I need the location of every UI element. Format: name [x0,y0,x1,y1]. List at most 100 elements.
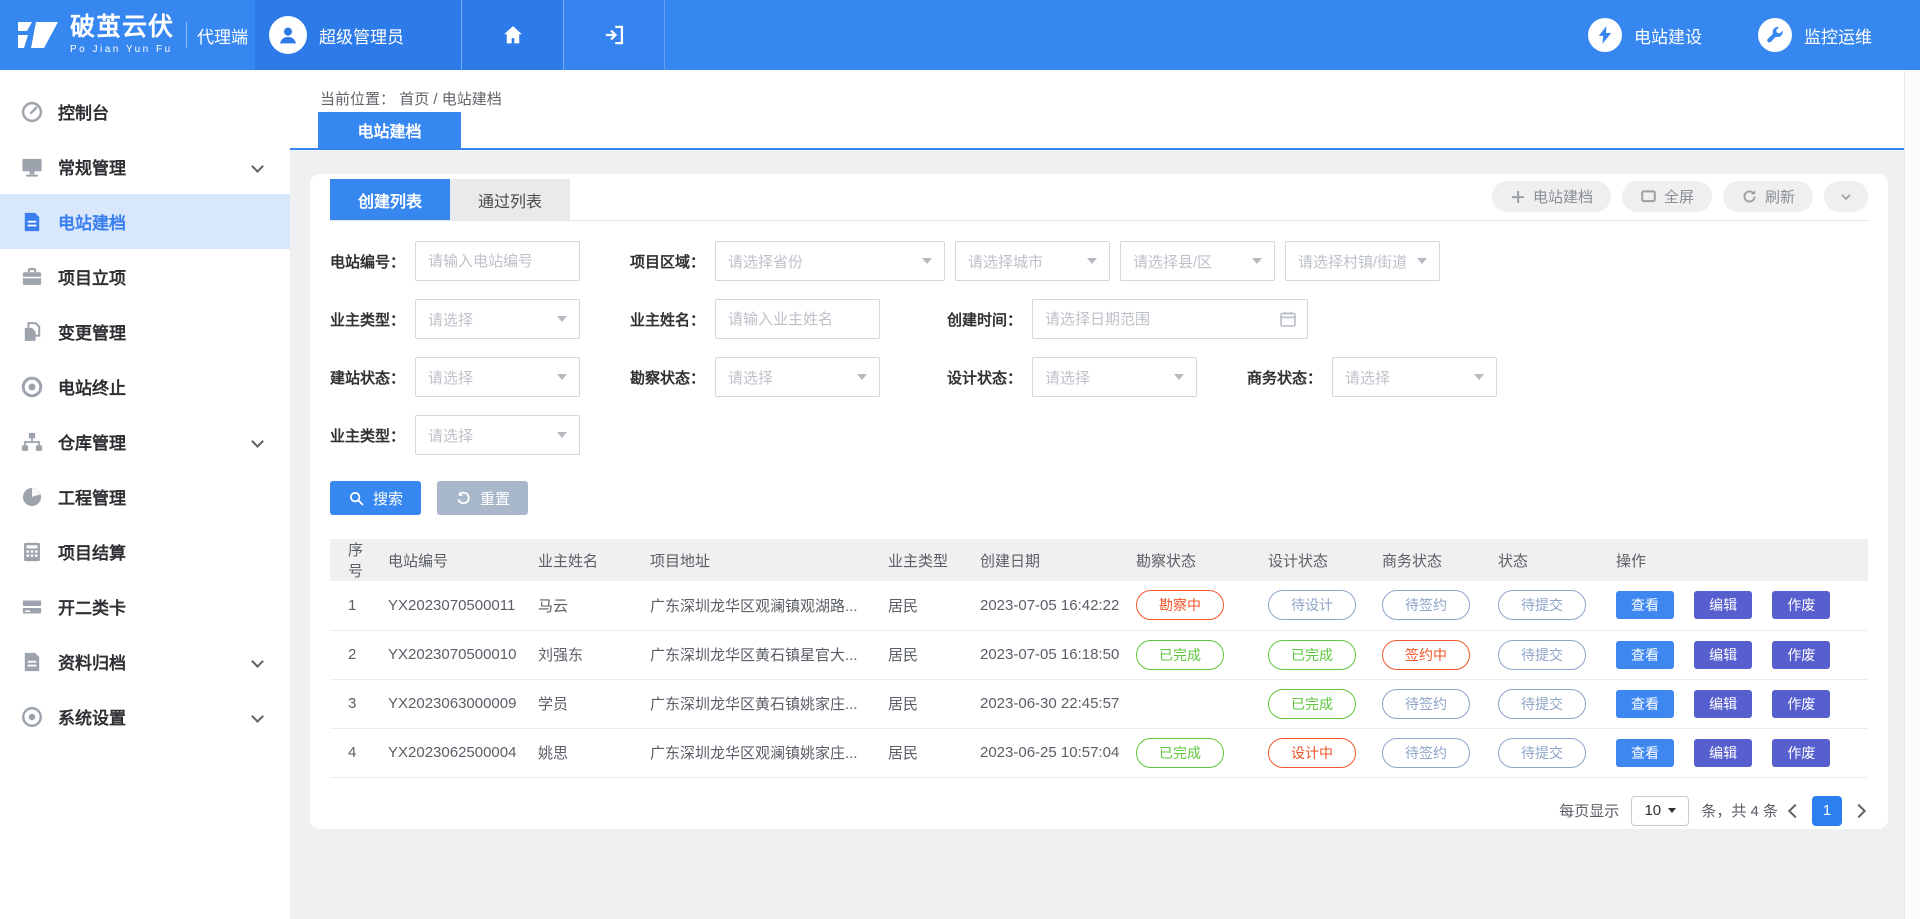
brand-portal-label: 代理端 [197,23,248,48]
caret-down-icon [1252,258,1262,264]
void-button[interactable]: 作废 [1772,641,1830,669]
table-row: 2 YX2023070500010 刘强东 广东深圳龙华区黄石镇星官大... 居… [330,630,1868,679]
owner-type-select[interactable]: 请选择 [415,299,580,339]
view-button[interactable]: 查看 [1616,591,1674,619]
sidebar-item-console[interactable]: 控制台 [0,84,290,139]
sidebar-item-station-termination[interactable]: 电站终止 [0,359,290,414]
sidebar-item-warehouse-mgmt[interactable]: 仓库管理 [0,414,290,469]
survey-status-badge: 勘察中 [1136,590,1224,620]
design-status-label: 设计状态： [947,367,1022,388]
topbar-nav: 电站建设 监控运维 [1588,0,1872,70]
create-time-range-input[interactable] [1032,299,1308,339]
caret-down-icon [857,374,867,380]
breadcrumb: 当前位置： 首页 / 电站建档 [290,70,1904,109]
sidebar-item-project-initiation[interactable]: 项目立项 [0,249,290,304]
owner-name-input[interactable] [715,299,880,339]
briefcase-icon [20,265,44,289]
page-tab-station-filing[interactable]: 电站建档 [318,112,461,148]
void-button[interactable]: 作废 [1772,739,1830,767]
home-button[interactable] [461,0,563,70]
table-row: 4 YX2023062500004 姚思 广东深圳龙华区观澜镇姚家庄... 居民… [330,728,1868,777]
list-tabs: 创建列表 通过列表 [330,179,570,220]
logout-button[interactable] [563,0,665,70]
calculator-icon [20,540,44,564]
prev-page-button[interactable] [1788,803,1802,817]
card-icon [20,595,44,619]
panel-toolbar: 电站建档 全屏 刷新 [1492,181,1868,218]
edit-button[interactable]: 编辑 [1694,591,1752,619]
stop-circle-icon [20,375,44,399]
void-button[interactable]: 作废 [1772,591,1830,619]
view-button[interactable]: 查看 [1616,641,1674,669]
avatar [269,16,307,54]
search-icon [348,490,365,507]
sidebar-item-data-archiving[interactable]: 资料归档 [0,634,290,689]
sidebar-item-station-filing[interactable]: 电站建档 [0,194,290,249]
station-filing-panel: 创建列表 通过列表 电站建档 全屏 [310,174,1888,829]
station-code-label: 电站编号： [330,251,405,272]
build-status-select[interactable]: 请选择 [415,357,580,397]
edit-button[interactable]: 编辑 [1694,641,1752,669]
nav-station-construction[interactable]: 电站建设 [1588,18,1702,52]
per-page-select[interactable]: 10 [1631,796,1689,826]
edit-button[interactable]: 编辑 [1694,739,1752,767]
province-select[interactable]: 请选择省份 [715,241,945,281]
owner-name-label: 业主姓名： [630,309,705,330]
station-code: YX2023062500004 [380,728,530,777]
table-row: 3 YX2023063000009 学员 广东深圳龙华区黄石镇姚家庄... 居民… [330,679,1868,728]
village-select[interactable]: 请选择村镇/街道 [1285,241,1440,281]
business-status-label: 商务状态： [1247,367,1322,388]
sidebar-item-project-settlement[interactable]: 项目结算 [0,524,290,579]
sidebar-item-general-mgmt[interactable]: 常规管理 [0,139,290,194]
scrollbar-track[interactable] [1904,70,1920,919]
user-menu[interactable]: 超级管理员 [255,0,461,70]
next-page-button[interactable] [1852,803,1866,817]
view-button[interactable]: 查看 [1616,739,1674,767]
archive-icon [20,650,44,674]
survey-status-badge: 已完成 [1136,640,1224,670]
files-icon [20,320,44,344]
station-code: YX2023070500010 [380,630,530,679]
stations-table: 序号 电站编号 业主姓名 项目地址 业主类型 创建日期 勘察状态 设计状态 商务… [330,539,1868,778]
business-status-select[interactable]: 请选择 [1332,357,1497,397]
caret-down-icon [557,432,567,438]
chevron-down-icon [1838,189,1854,205]
edit-button[interactable]: 编辑 [1694,690,1752,718]
reset-button[interactable]: 重置 [437,481,528,515]
survey-status-select[interactable]: 请选择 [715,357,880,397]
void-button[interactable]: 作废 [1772,690,1830,718]
tab-passed-list[interactable]: 通过列表 [450,179,570,220]
status-badge: 待提交 [1498,590,1586,620]
business-status-badge: 签约中 [1382,640,1470,670]
user-icon [276,23,300,47]
owner-type2-label: 业主类型： [330,425,405,446]
user-name: 超级管理员 [319,23,404,48]
sidebar-item-system-settings[interactable]: 系统设置 [0,689,290,744]
station-code: YX2023070500011 [380,581,530,630]
sidebar-item-change-mgmt[interactable]: 变更管理 [0,304,290,359]
design-status-select[interactable]: 请选择 [1032,357,1197,397]
search-button[interactable]: 搜索 [330,481,421,515]
owner-type2-select[interactable]: 请选择 [415,415,580,455]
business-status-badge: 待签约 [1382,738,1470,768]
view-button[interactable]: 查看 [1616,690,1674,718]
sidebar-item-type2-card[interactable]: 开二类卡 [0,579,290,634]
city-select[interactable]: 请选择城市 [955,241,1110,281]
caret-down-icon [1668,808,1676,813]
station-code-input[interactable] [415,241,580,281]
tab-create-list[interactable]: 创建列表 [330,179,450,220]
district-select[interactable]: 请选择县/区 [1120,241,1275,281]
nav-monitoring-ops[interactable]: 监控运维 [1758,18,1872,52]
collapse-toolbar-button[interactable] [1824,181,1868,212]
fullscreen-button[interactable]: 全屏 [1622,181,1712,212]
page-number-button[interactable]: 1 [1812,796,1842,826]
fullscreen-icon [1640,188,1657,205]
refresh-button[interactable]: 刷新 [1723,181,1813,212]
chevron-down-icon [251,160,264,173]
brand-logo-icon [16,17,60,53]
document-icon [20,210,44,234]
main-content: 当前位置： 首页 / 电站建档 电站建档 创建列表 通过列表 电站建档 [290,70,1904,919]
sidebar-item-engineering-mgmt[interactable]: 工程管理 [0,469,290,524]
sidebar: 控制台 常规管理 电站建档 项目立项 变更管理 [0,70,290,919]
create-station-button[interactable]: 电站建档 [1492,181,1611,212]
